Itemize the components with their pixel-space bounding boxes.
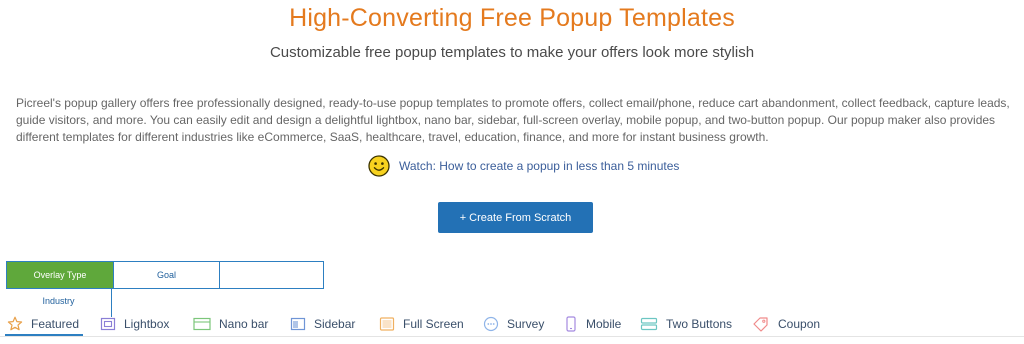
tab-label: Lightbox xyxy=(124,317,170,331)
tab-label: Featured xyxy=(31,317,80,331)
nano-bar-icon xyxy=(193,317,211,331)
tab-label: Mobile xyxy=(586,317,622,331)
tab-label: Nano bar xyxy=(219,317,269,331)
page-title: High-Converting Free Popup Templates xyxy=(289,4,735,32)
tab-label: Coupon xyxy=(778,317,821,331)
tab-two-buttons[interactable]: Two Buttons xyxy=(640,312,732,336)
tabs-divider xyxy=(0,336,1024,337)
tab-mobile[interactable]: Mobile xyxy=(564,312,621,336)
filter-segmented-control: Overlay Type Goal xyxy=(6,261,324,289)
tab-full-screen[interactable]: Full Screen xyxy=(379,312,464,336)
filter-empty-option[interactable] xyxy=(219,262,323,288)
watch-video-link-row[interactable]: Watch: How to create a popup in less tha… xyxy=(368,153,679,179)
coupon-icon xyxy=(753,317,768,332)
page-subtitle: Customizable free popup templates to mak… xyxy=(269,44,755,61)
template-category-tabs: Featured Lightbox Nano bar Sidebar Full … xyxy=(0,312,1024,338)
smiley-icon xyxy=(368,155,390,177)
star-icon xyxy=(7,316,23,331)
lightbox-icon xyxy=(100,317,116,331)
mobile-icon xyxy=(566,316,576,332)
full-screen-icon xyxy=(379,317,395,331)
sidebar-icon xyxy=(290,317,306,331)
tab-label: Full Screen xyxy=(403,317,464,331)
tab-coupon[interactable]: Coupon xyxy=(752,312,820,336)
tab-sidebar[interactable]: Sidebar xyxy=(290,312,355,336)
watch-video-link[interactable]: Watch: How to create a popup in less tha… xyxy=(399,159,679,173)
gallery-description: Picreel's popup gallery offers free prof… xyxy=(16,96,1010,144)
tab-lightbox[interactable]: Lightbox xyxy=(100,312,169,336)
filter-overlay-type[interactable]: Overlay Type xyxy=(7,262,113,288)
tab-label: Sidebar xyxy=(314,317,356,331)
tab-label: Two Buttons xyxy=(666,317,733,331)
create-from-scratch-button[interactable]: + Create From Scratch xyxy=(438,202,593,233)
tab-nano-bar[interactable]: Nano bar xyxy=(193,312,268,336)
tab-survey[interactable]: Survey xyxy=(483,312,544,336)
two-buttons-icon xyxy=(640,317,658,331)
tab-label: Survey xyxy=(507,317,545,331)
tab-featured[interactable]: Featured xyxy=(7,312,79,336)
filter-goal[interactable]: Goal xyxy=(113,262,219,288)
survey-icon xyxy=(483,316,499,332)
